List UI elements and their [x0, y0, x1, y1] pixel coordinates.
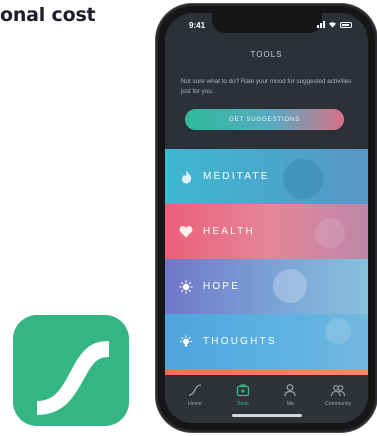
page-heading: onal cost [0, 4, 96, 26]
tool-thoughts[interactable]: THOUGHTS [165, 314, 368, 369]
people-icon [331, 385, 346, 397]
tool-health[interactable]: HEALTH [165, 204, 368, 259]
wifi-icon [329, 22, 336, 28]
status-time: 9:41 [189, 21, 206, 30]
tab-label: Tools [236, 401, 249, 407]
tab-community[interactable]: Community [316, 382, 360, 423]
tool-label: THOUGHTS [203, 336, 277, 347]
tab-label: Home [187, 401, 202, 407]
get-suggestions-button[interactable]: GET SUGGESTIONS [185, 109, 344, 130]
wave-icon [188, 384, 201, 396]
home-indicator [231, 414, 302, 417]
tab-bar: Home Tools Me Community [165, 375, 368, 423]
sun-icon [179, 279, 193, 294]
tool-hope[interactable]: HOPE [165, 259, 368, 314]
tab-home[interactable]: Home [173, 382, 217, 423]
heart-icon [179, 225, 193, 239]
screen-title: TOOLS [250, 50, 283, 59]
toolbox-icon [236, 384, 249, 397]
flame-icon [179, 170, 193, 184]
status-icons [317, 21, 352, 28]
phone-mockup: 9:41 TOOLS Not sure what to do? Rate you… [156, 4, 377, 432]
tool-label: HEALTH [203, 226, 255, 237]
tab-label: Me [286, 401, 294, 407]
phone-screen: 9:41 TOOLS Not sure what to do? Rate you… [165, 13, 368, 423]
person-icon [284, 384, 296, 397]
signal-icon [317, 21, 325, 28]
lightbulb-icon [179, 334, 193, 349]
tool-label: HOPE [203, 281, 241, 292]
app-logo-icon [13, 315, 129, 426]
phone-notch [211, 13, 322, 33]
tab-label: Community [325, 401, 352, 407]
mood-prompt: Not sure what to do? Rate your mood for … [181, 78, 352, 95]
battery-icon [340, 21, 352, 28]
tool-meditate[interactable]: MEDITATE [165, 149, 368, 204]
tool-label: MEDITATE [203, 171, 270, 182]
